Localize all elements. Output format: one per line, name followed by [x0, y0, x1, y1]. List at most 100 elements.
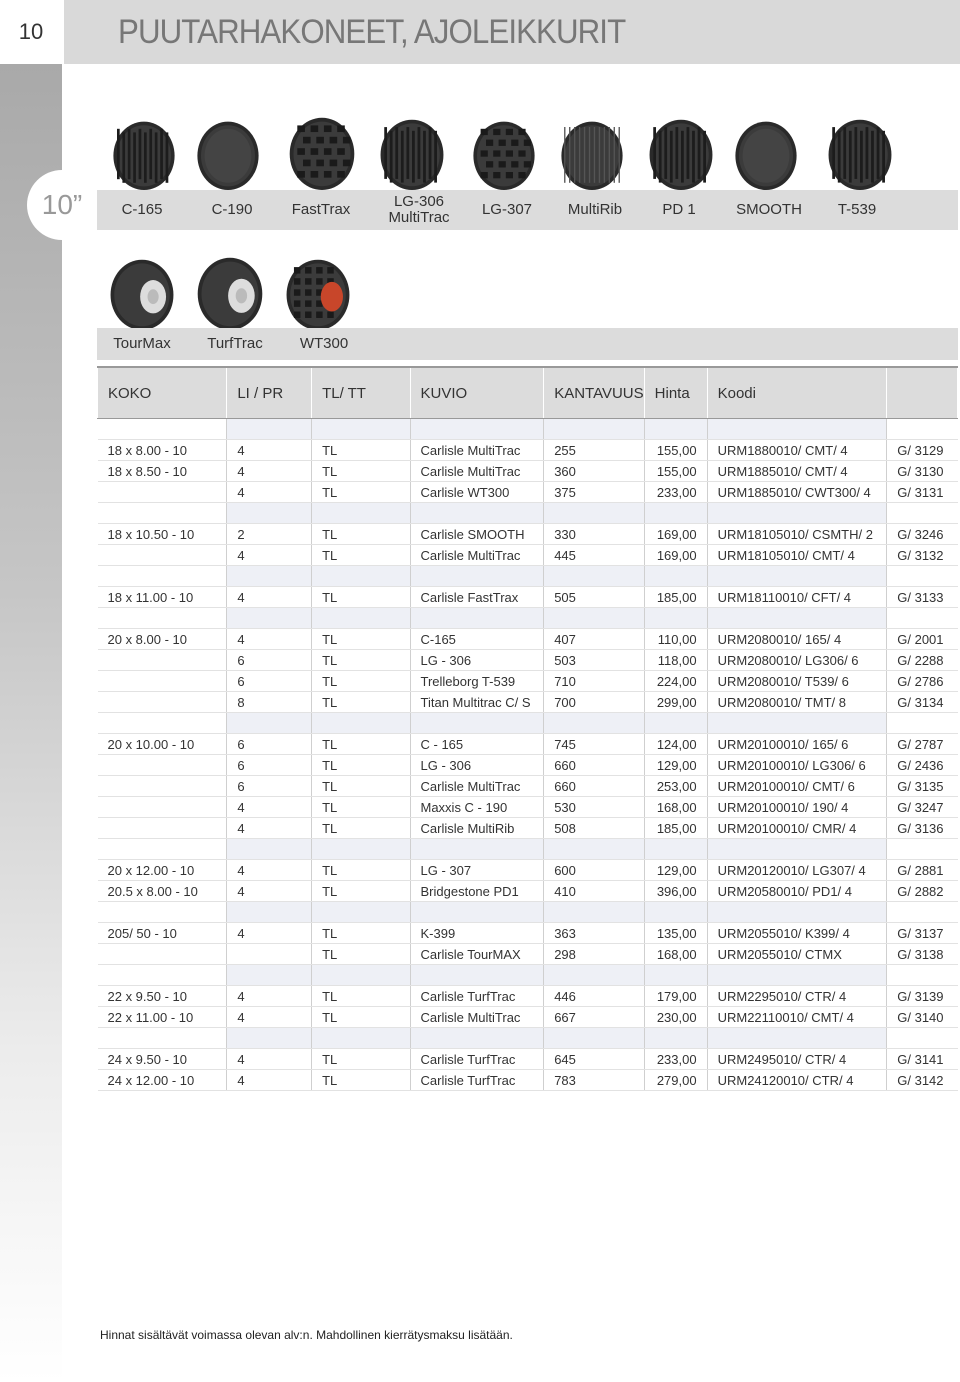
tire-image: [280, 114, 364, 195]
tire-labels-row-1: C-165 C-190 FastTrax LG-306 MultiTrac LG-307…: [97, 190, 958, 230]
table-cell: URM2055010/ CTMX: [706, 943, 887, 965]
tire-image: [726, 118, 806, 195]
table-row: 8 TL Titan Multitrac C/ S 700 299,00 URM20800…: [97, 691, 958, 713]
tire-model-label: LG-306 MultiTrac: [388, 193, 450, 226]
tire-icon: [197, 257, 263, 330]
table-cell: 6: [226, 649, 312, 671]
table-cell: 363: [543, 922, 645, 944]
table-cell: 745: [543, 733, 645, 755]
table-cell: URM2055010/ K399/ 4: [706, 922, 887, 944]
table-cell: TL: [311, 439, 410, 461]
table-cell: [97, 817, 227, 839]
table-cell: LG - 306: [409, 649, 544, 671]
rim-size-badge: 10”: [27, 170, 97, 240]
table-cell: URM20120010/ LG307/ 4: [706, 859, 887, 881]
table-cell: TL: [311, 922, 410, 944]
table-cell: URM2495010/ CTR/ 4: [706, 1048, 887, 1070]
table-cell: G/ 3141: [886, 1048, 958, 1070]
table-cell: 6: [226, 754, 312, 776]
table-row: 20 x 10.00 - 10 6 TL C - 165 745 124,00 URM201…: [97, 733, 958, 755]
table-cell: URM18105010/ CSMTH/ 2: [706, 523, 887, 545]
table-cell: G/ 2436: [886, 754, 958, 776]
table-cell: 4: [226, 460, 312, 482]
table-cell: 4: [226, 985, 312, 1007]
tire-image: [278, 256, 358, 335]
table-cell: [226, 943, 312, 965]
table-cell: 135,00: [643, 922, 708, 944]
table-header-row: KOKO LI / PR TL/ TT KUVIO KANTAVUUS Hinta Kood…: [96, 366, 958, 419]
table-cell: Carlisle MultiTrac: [409, 544, 544, 566]
table-cell: [97, 544, 227, 566]
table-row: 20 x 8.00 - 10 4 TL C-165 407 110,00 URM208001…: [97, 628, 958, 650]
table-cell: LG - 307: [409, 859, 544, 881]
table-cell: G/ 3247: [886, 796, 958, 818]
table-cell: URM22110010/ CMT/ 4: [706, 1006, 887, 1028]
table-cell: TL: [311, 1048, 410, 1070]
table-cell: URM1880010/ CMT/ 4: [706, 439, 887, 461]
column-header: LI / PR: [226, 366, 313, 419]
table-cell: 253,00: [643, 775, 708, 797]
table-row: 4 TL Carlisle MultiTrac 445 169,00 URM1810501…: [97, 544, 958, 566]
page-title: PUUTARHAKONEET, AJOLEIKKURIT: [118, 12, 626, 51]
table-cell: URM20100010/ LG306/ 6: [706, 754, 887, 776]
table-cell: 4: [226, 439, 312, 461]
tire-image: [552, 118, 632, 195]
table-cell: Carlisle FastTrax: [409, 586, 544, 608]
table-cell: 330: [543, 523, 645, 545]
spacer-row: [97, 502, 958, 524]
table-cell: 4: [226, 880, 312, 902]
table-cell: URM1885010/ CMT/ 4: [706, 460, 887, 482]
table-cell: 6: [226, 775, 312, 797]
table-cell: 4: [226, 586, 312, 608]
table-cell: 410: [543, 880, 645, 902]
table-cell: URM2080010/ TMT/ 8: [706, 691, 887, 713]
table-cell: TL: [311, 1069, 410, 1091]
table-cell: TL: [311, 670, 410, 692]
table-cell: 185,00: [643, 586, 708, 608]
spacer-row: [97, 565, 958, 587]
column-header: Hinta: [643, 366, 708, 419]
table-row: 4 TL Maxxis C - 190 530 168,00 URM20100010/ 1…: [97, 796, 958, 818]
table-cell: 168,00: [643, 943, 708, 965]
table-cell: TL: [311, 775, 410, 797]
table-cell: G/ 2288: [886, 649, 958, 671]
table-row: 6 TL LG - 306 503 118,00 URM2080010/ LG306/ 6…: [97, 649, 958, 671]
table-cell: 22 x 9.50 - 10: [97, 985, 227, 1007]
table-row: 4 TL Carlisle MultiRib 508 185,00 URM20100010…: [97, 817, 958, 839]
table-cell: 4: [226, 922, 312, 944]
table-cell: 20 x 12.00 - 10: [97, 859, 227, 881]
table-cell: 233,00: [643, 481, 708, 503]
tire-image: [100, 256, 184, 335]
table-cell: URM20580010/ PD1/ 4: [706, 880, 887, 902]
table-cell: 299,00: [643, 691, 708, 713]
table-row: 22 x 11.00 - 10 4 TL Carlisle MultiTrac 667 2…: [97, 1006, 958, 1028]
table-cell: 4: [226, 817, 312, 839]
table-cell: URM1885010/ CWT300/ 4: [706, 481, 887, 503]
table-cell: TL: [311, 1006, 410, 1028]
tire-icon: [380, 119, 444, 190]
table-cell: [97, 775, 227, 797]
table-cell: 18 x 8.50 - 10: [97, 460, 227, 482]
table-cell: 169,00: [643, 523, 708, 545]
table-cell: 155,00: [643, 439, 708, 461]
table-cell: 129,00: [643, 859, 708, 881]
table-row: 18 x 10.50 - 10 2 TL Carlisle SMOOTH 330 169,…: [97, 523, 958, 545]
table-cell: URM20100010/ CMR/ 4: [706, 817, 887, 839]
table-cell: 298: [543, 943, 645, 965]
table-cell: Carlisle TurfTrac: [409, 985, 544, 1007]
table-cell: 18 x 10.50 - 10: [97, 523, 227, 545]
table-cell: TL: [311, 754, 410, 776]
tire-icon: [561, 121, 623, 190]
table-cell: 20 x 10.00 - 10: [97, 733, 227, 755]
table-cell: Carlisle MultiTrac: [409, 460, 544, 482]
table-cell: [97, 649, 227, 671]
table-cell: G/ 3142: [886, 1069, 958, 1091]
column-header: KUVIO: [409, 366, 545, 419]
tire-model-label: T-539: [837, 201, 877, 218]
table-cell: TL: [311, 586, 410, 608]
table-cell: 18 x 11.00 - 10: [97, 586, 227, 608]
table-cell: 505: [543, 586, 645, 608]
left-gradient-strip: [0, 64, 62, 1382]
spacer-row: [97, 607, 958, 629]
spacer-row: [97, 901, 958, 923]
